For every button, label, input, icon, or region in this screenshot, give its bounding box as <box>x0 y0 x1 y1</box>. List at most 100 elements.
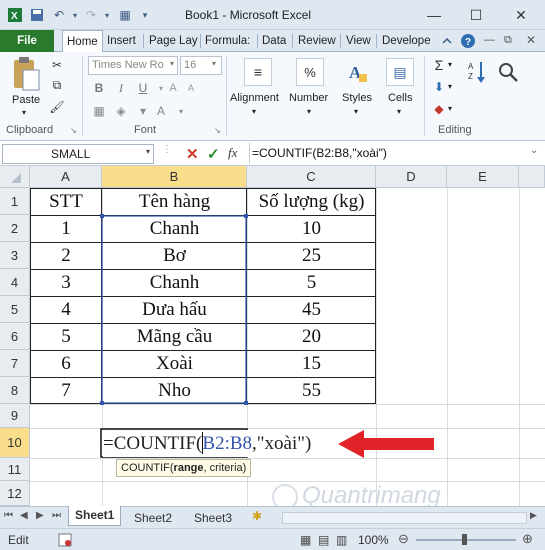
table-cell[interactable]: 2 <box>30 242 102 269</box>
first-sheet-icon[interactable]: ⏮ <box>4 510 13 521</box>
autosum-dropdown-icon[interactable]: ▾ <box>448 60 452 69</box>
doc-minimize-icon[interactable]: — <box>484 34 495 46</box>
tab-page-layout[interactable]: Page Lay <box>145 30 202 52</box>
bold-button[interactable]: B <box>90 79 108 97</box>
clear-dropdown-icon[interactable]: ▾ <box>448 104 452 113</box>
save-icon[interactable] <box>28 6 46 24</box>
clipboard-launcher-icon[interactable]: ↘ <box>70 126 77 135</box>
table-cell[interactable]: Chanh <box>102 269 247 296</box>
table-cell[interactable]: Nho <box>102 377 247 404</box>
horizontal-scrollbar[interactable] <box>282 512 527 524</box>
tab-insert[interactable]: Insert <box>103 30 140 52</box>
table-cell[interactable]: Dưa hấu <box>102 296 247 323</box>
font-name-dropdown-icon[interactable]: ▾ <box>170 59 174 68</box>
alignment-dropdown-icon[interactable]: ▾ <box>252 107 256 116</box>
autosum-button[interactable]: Σ <box>430 56 448 74</box>
confirm-entry-icon[interactable]: ✓ <box>207 145 220 163</box>
page-layout-view-icon[interactable]: ▤ <box>318 533 329 547</box>
copy-icon[interactable]: ⧉ <box>48 76 66 94</box>
tab-developer[interactable]: Develope <box>378 30 434 52</box>
zoom-out-icon[interactable]: ⊖ <box>398 531 409 547</box>
zoom-level[interactable]: 100% <box>358 533 389 547</box>
close-button[interactable]: ✕ <box>502 2 540 28</box>
format-painter-icon[interactable]: 🖌 <box>48 98 66 116</box>
macro-record-icon[interactable] <box>58 533 72 547</box>
minimize-button[interactable]: — <box>415 2 453 28</box>
worksheet-grid[interactable]: A B C D E 1 2 3 4 5 6 7 8 9 10 11 12 STT… <box>0 166 545 510</box>
table-cell[interactable]: 1 <box>30 215 102 242</box>
last-sheet-icon[interactable]: ⏭ <box>52 510 61 521</box>
paste-label[interactable]: Paste <box>12 94 40 106</box>
sheet-tab[interactable]: Sheet3 <box>188 509 238 527</box>
normal-view-icon[interactable]: ▦ <box>300 533 311 547</box>
alignment-icon[interactable]: ≡ <box>244 58 272 86</box>
alignment-button[interactable]: Alignment <box>230 92 279 104</box>
active-cell-editor[interactable]: =COUNTIF(B2:B8 ,"xoài") <box>103 430 312 457</box>
table-cell[interactable]: 10 <box>247 215 376 242</box>
cells-dropdown-icon[interactable]: ▾ <box>397 107 401 116</box>
table-cell[interactable]: 55 <box>247 377 376 404</box>
grow-font-icon[interactable]: A <box>164 79 182 97</box>
print-preview-icon[interactable]: ▦ <box>116 6 134 24</box>
fill-color-icon[interactable]: ◈ <box>112 102 130 120</box>
table-cell[interactable]: 4 <box>30 296 102 323</box>
doc-close-icon[interactable]: ✕ <box>526 33 536 47</box>
prev-sheet-icon[interactable]: ◀ <box>20 510 28 521</box>
scroll-right-icon[interactable]: ▶ <box>530 510 537 521</box>
find-select-icon[interactable] <box>495 58 521 86</box>
paste-icon[interactable] <box>10 56 42 94</box>
expand-formula-bar-icon[interactable]: ⌄ <box>530 145 538 156</box>
table-header-cell[interactable]: Số lượng (kg) <box>247 188 376 215</box>
tab-review[interactable]: Review <box>294 30 340 52</box>
next-sheet-icon[interactable]: ▶ <box>36 510 44 521</box>
number-button[interactable]: Number <box>289 92 328 104</box>
cells-button[interactable]: Cells <box>388 92 412 104</box>
styles-button[interactable]: Styles <box>342 92 372 104</box>
fill-icon[interactable]: ⬇ <box>430 78 448 96</box>
insert-function-button[interactable]: fx <box>228 145 237 161</box>
tab-view[interactable]: View <box>342 30 375 52</box>
table-header-cell[interactable]: Tên hàng <box>102 188 247 215</box>
font-size-dropdown-icon[interactable]: ▾ <box>212 59 216 68</box>
zoom-slider-thumb[interactable] <box>462 534 467 545</box>
table-cell[interactable]: 20 <box>247 323 376 350</box>
customize-qat-icon[interactable]: ▾ <box>136 6 154 24</box>
underline-button[interactable]: U <box>134 79 152 97</box>
table-cell[interactable]: 45 <box>247 296 376 323</box>
table-cell[interactable]: Bơ <box>102 242 247 269</box>
shrink-font-icon[interactable]: A <box>182 79 200 97</box>
table-cell[interactable]: 5 <box>247 269 376 296</box>
tab-formulas[interactable]: Formula: <box>201 30 254 52</box>
tab-home[interactable]: Home <box>62 30 103 53</box>
cancel-entry-icon[interactable]: ✕ <box>186 145 199 163</box>
fill-dropdown-icon[interactable]: ▾ <box>134 102 152 120</box>
tab-data[interactable]: Data <box>258 30 290 52</box>
font-color-dropdown-icon[interactable]: ▾ <box>172 102 190 120</box>
maximize-button[interactable]: ☐ <box>457 2 495 28</box>
doc-restore-icon[interactable]: ⧉ <box>504 34 512 47</box>
table-cell[interactable]: 6 <box>30 350 102 377</box>
table-cell[interactable]: 5 <box>30 323 102 350</box>
table-header-cell[interactable]: STT <box>30 188 102 215</box>
zoom-in-icon[interactable]: ⊕ <box>522 531 533 547</box>
function-tooltip[interactable]: COUNTIF(range, criteria) <box>116 459 252 477</box>
borders-icon[interactable]: ▦ <box>90 102 108 120</box>
sheet-tab-active[interactable]: Sheet1 <box>68 506 122 526</box>
insert-sheet-icon[interactable]: ✱ <box>252 509 262 523</box>
sheet-tab[interactable]: Sheet2 <box>128 509 178 527</box>
paste-dropdown-icon[interactable]: ▾ <box>22 108 26 117</box>
cut-icon[interactable]: ✂ <box>48 56 66 74</box>
redo-dropdown-icon[interactable]: ▾ <box>98 6 116 24</box>
sort-filter-icon[interactable]: AZ <box>466 58 490 86</box>
number-format-icon[interactable]: % <box>296 58 324 86</box>
page-break-view-icon[interactable]: ▥ <box>336 533 347 547</box>
number-dropdown-icon[interactable]: ▾ <box>307 107 311 116</box>
italic-button[interactable]: I <box>112 79 130 97</box>
help-icon[interactable]: ? <box>460 33 476 49</box>
table-cell[interactable]: 3 <box>30 269 102 296</box>
table-cell[interactable]: Chanh <box>102 215 247 242</box>
styles-dropdown-icon[interactable]: ▾ <box>354 107 358 116</box>
tab-file[interactable]: File <box>0 30 54 52</box>
name-box-dropdown-icon[interactable]: ▾ <box>146 147 150 156</box>
table-cell[interactable]: 25 <box>247 242 376 269</box>
